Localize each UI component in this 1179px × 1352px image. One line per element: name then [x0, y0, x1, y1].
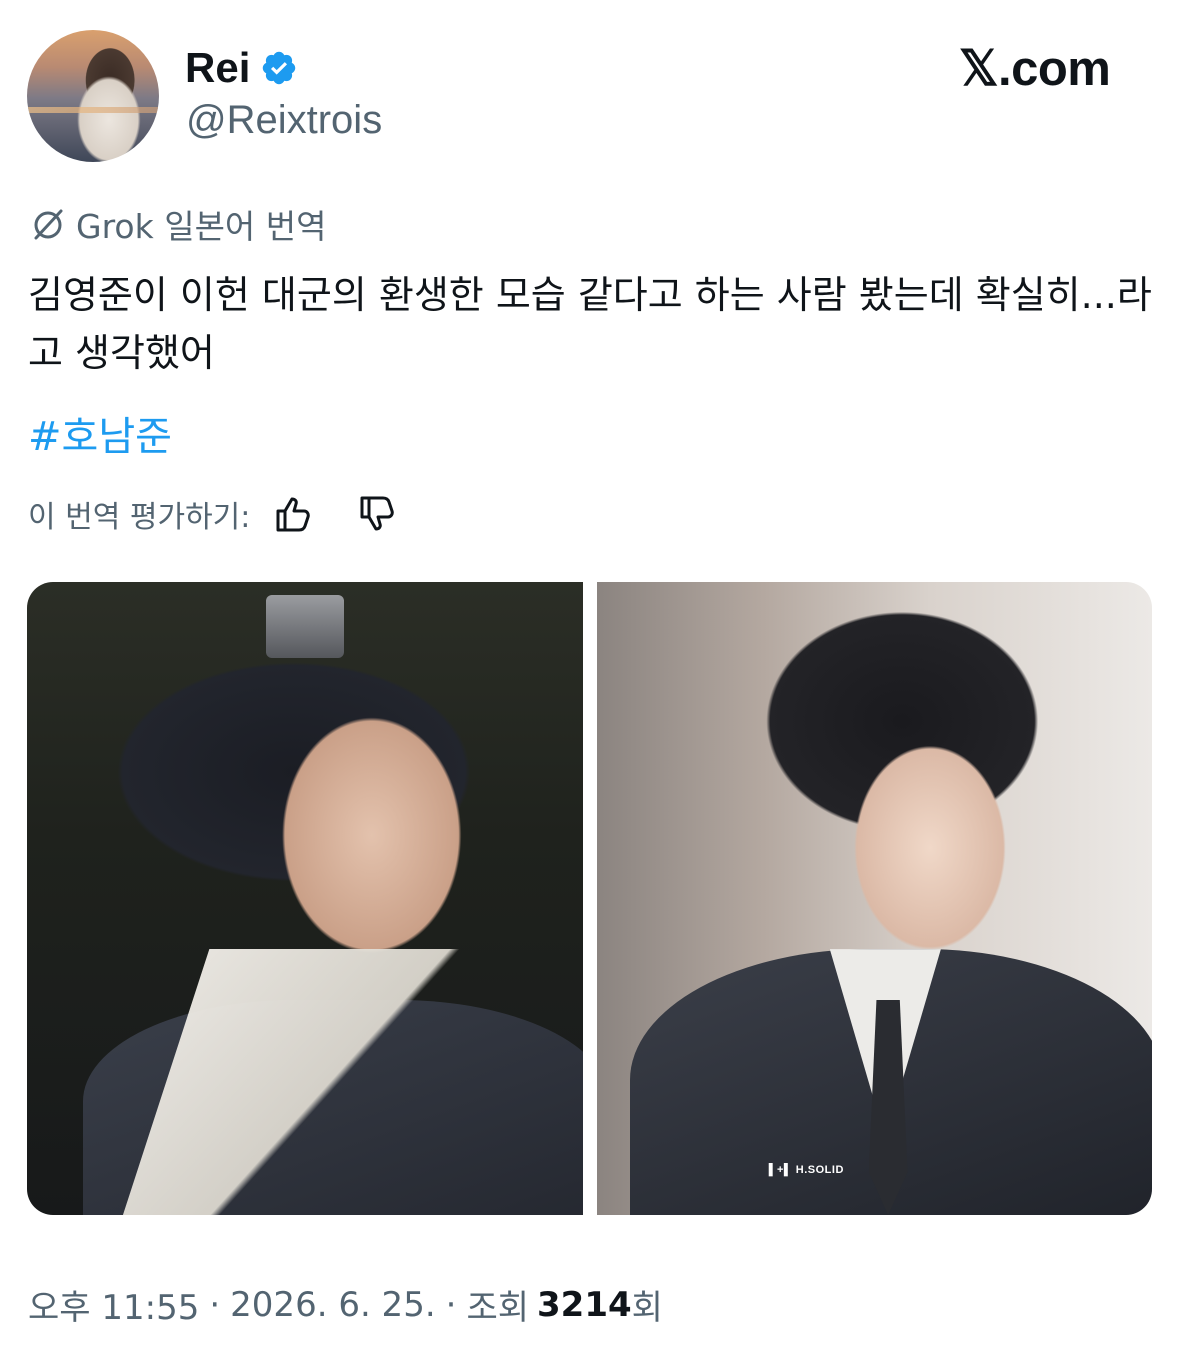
translation-rating-row: 이 번역 평가하기: [28, 490, 400, 538]
hashtag-link[interactable]: #호남준 [28, 404, 172, 462]
views-count: 3214 [537, 1284, 632, 1325]
translation-label: Grok 일본어 번역 [76, 207, 327, 246]
thumbs-up-icon[interactable] [272, 492, 316, 536]
media-gallery: ▌+▌ H.SOLID [27, 582, 1152, 1215]
user-handle[interactable]: @Reixtrois [186, 98, 382, 143]
views-prefix: 조회 [466, 1288, 530, 1328]
verified-badge-icon [263, 51, 296, 85]
x-logo: 𝕏.com [959, 42, 1111, 96]
separator: · [209, 1284, 221, 1325]
rating-label: 이 번역 평가하기: [28, 500, 251, 535]
avatar[interactable] [27, 30, 159, 162]
photo-hanbok-portrait[interactable] [27, 582, 583, 1215]
thumbs-down-icon[interactable] [356, 492, 400, 536]
photo-suit-portrait[interactable]: ▌+▌ H.SOLID [596, 582, 1152, 1215]
tweet-text: 김영준이 이헌 대군의 환생한 모습 같다고 하는 사람 봤는데 확실히...라… [28, 273, 1152, 375]
translation-label-row: Grok 일본어 번역 [28, 200, 327, 248]
photo-watermark: ▌+▌ H.SOLID [768, 1164, 844, 1177]
user-name[interactable]: Rei [185, 44, 250, 92]
user-name-row: Rei [185, 40, 298, 96]
tweet-date[interactable]: 2026. 6. 25. [230, 1285, 435, 1325]
separator: · [445, 1284, 457, 1325]
views-suffix: 회 [631, 1288, 663, 1328]
tweet-meta: 오후 11:55 · 2026. 6. 25. · 조회 3214 회 [28, 1280, 663, 1329]
grok-icon [34, 209, 63, 240]
tweet-time[interactable]: 오후 11:55 [28, 1280, 199, 1329]
